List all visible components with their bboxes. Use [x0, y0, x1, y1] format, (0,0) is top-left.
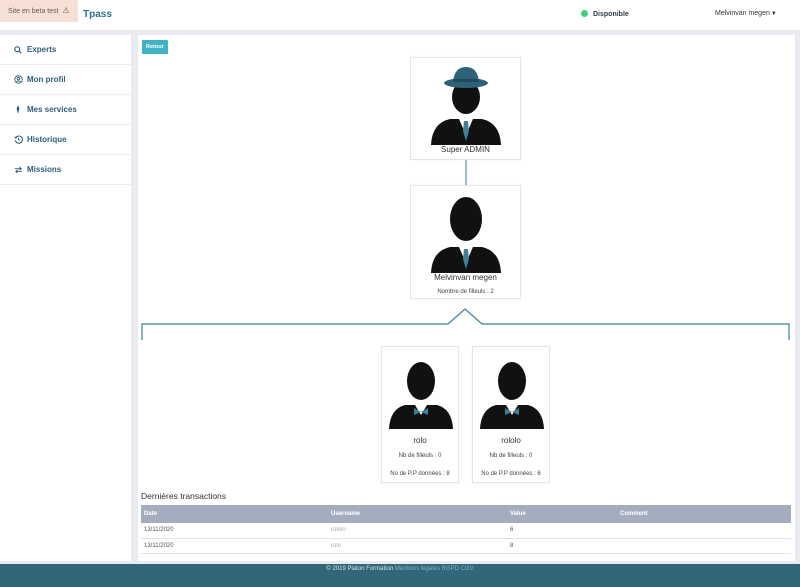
cell-username: rolo: [328, 538, 507, 554]
sidebar-item-mon-profil[interactable]: Mon profil: [0, 65, 131, 95]
transactions-table: Date Username Value Comment 13/11/2020 r…: [141, 505, 791, 554]
sidebar-item-label: Missions: [27, 165, 62, 174]
user-avatar-icon: [431, 197, 501, 273]
child-pp: No de P.P données : 6: [481, 471, 541, 477]
search-icon: [11, 45, 25, 54]
cell-date: 13/11/2020: [141, 523, 328, 539]
sidebar-item-missions[interactable]: Missions: [0, 155, 131, 185]
top-bar: Site en beta test ⚠ Tpass Disponible Mel…: [0, 0, 800, 31]
table-row: 13/11/2020 rololo 6: [141, 523, 791, 539]
child-name: rolo: [413, 436, 427, 445]
child-filleuls: Nb de filleuls : 0: [489, 453, 533, 459]
status-dot-icon: [581, 10, 588, 17]
child-name: rololo: [501, 436, 521, 445]
footer-link-rgpd[interactable]: RGPD: [442, 566, 459, 572]
current-user-name: Melvinvan megen: [434, 273, 497, 282]
cell-comment: [617, 523, 791, 539]
table-header-row: Date Username Value Comment: [141, 505, 791, 523]
cell-comment: [617, 538, 791, 554]
user-menu[interactable]: Melvinvan megen▼: [715, 10, 777, 17]
child-pp: No de P.P données : 8: [390, 471, 450, 477]
child-avatar-icon: [389, 362, 453, 429]
cell-value: 8: [507, 538, 617, 554]
brand-logo[interactable]: Tpass: [83, 9, 112, 20]
sidebar-item-experts[interactable]: Experts: [0, 35, 131, 65]
current-user-card[interactable]: Melvinvan megen Nombre de filleuls : 2: [410, 185, 521, 299]
child-filleuls: Nb de filleuls : 0: [398, 453, 442, 459]
root-name: Super ADMIN: [441, 145, 490, 154]
child-card[interactable]: rolo Nb de filleuls : 0 No de P.P donnée…: [381, 346, 459, 483]
history-icon: [11, 135, 25, 144]
sidebar-item-label: Experts: [27, 45, 57, 54]
column-header-date: Date: [141, 505, 328, 523]
cell-username: rololo: [328, 523, 507, 539]
admin-avatar-icon: [431, 67, 501, 145]
filleuls-count: Nombre de filleuls : 2: [437, 289, 494, 295]
child-card[interactable]: rololo Nb de filleuls : 0 No de P.P donn…: [472, 346, 550, 483]
cell-date: 13/11/2020: [141, 538, 328, 554]
child-avatar-icon: [480, 362, 544, 429]
cell-value: 6: [507, 523, 617, 539]
table-row: 13/11/2020 rolo 8: [141, 538, 791, 554]
pin-icon: [11, 105, 25, 114]
user-name: Melvinvan megen: [715, 10, 770, 17]
footer-copyright: © 2019 Platon Formation: [326, 566, 394, 572]
beta-banner: Site en beta test ⚠: [0, 0, 78, 22]
status-label: Disponible: [593, 11, 629, 18]
sidebar-item-label: Mes services: [27, 105, 77, 114]
sidebar: Experts Mon profil Mes services Historiq…: [0, 35, 131, 561]
root-card[interactable]: Super ADMIN: [410, 57, 521, 160]
transactions-title: Dernières transactions: [141, 491, 227, 501]
footer-link-cgv[interactable]: CGV: [461, 566, 474, 572]
column-header-comment: Comment: [617, 505, 791, 523]
column-header-username: Username: [328, 505, 507, 523]
main-panel: Retour Super ADMIN Melvinvan megen Nombr…: [138, 35, 795, 561]
warning-icon: ⚠: [62, 6, 70, 15]
exchange-icon: [11, 166, 25, 174]
footer-link-mentions[interactable]: Mentions légales: [395, 566, 440, 572]
sidebar-item-mes-services[interactable]: Mes services: [0, 95, 131, 125]
caret-down-icon: ▼: [770, 11, 777, 17]
beta-label: Site en beta test: [8, 8, 59, 15]
sidebar-item-label: Mon profil: [27, 75, 66, 84]
sidebar-item-label: Historique: [27, 135, 67, 144]
user-circle-icon: [11, 75, 25, 84]
sidebar-item-historique[interactable]: Historique: [0, 125, 131, 155]
footer: © 2019 Platon Formation Mentions légales…: [0, 564, 800, 587]
availability-status[interactable]: Disponible: [581, 10, 629, 18]
column-header-value: Value: [507, 505, 617, 523]
